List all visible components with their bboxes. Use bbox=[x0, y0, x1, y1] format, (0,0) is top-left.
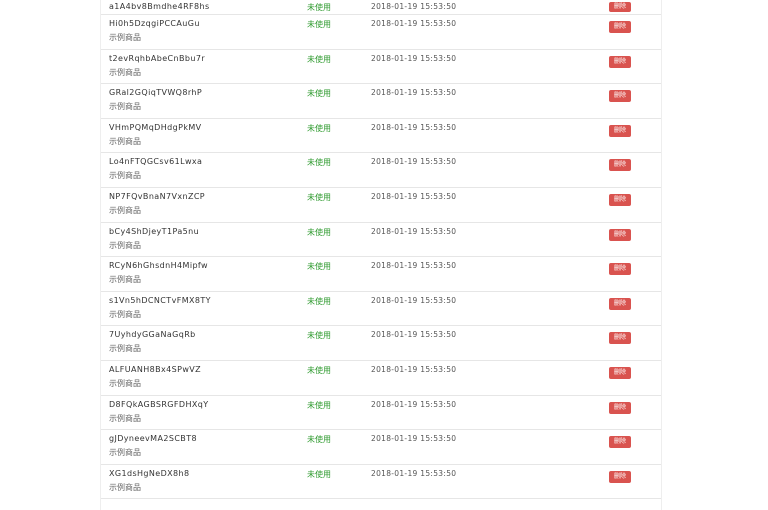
product-name: 示例商品 bbox=[109, 309, 141, 319]
card-code: GRal2GQiqTVWQ8rhP bbox=[109, 88, 203, 98]
product-name: 示例商品 bbox=[109, 136, 141, 146]
delete-button[interactable]: 删除 bbox=[609, 21, 631, 33]
card-code: gJDyneevMA2SCBT8 bbox=[109, 434, 197, 444]
status-text: 未使用 bbox=[307, 158, 331, 168]
table-row: RCyN6hGhsdnH4Mipfw 示例商品 未使用 2018-01-19 1… bbox=[101, 257, 661, 292]
delete-button[interactable]: 删除 bbox=[609, 297, 631, 310]
table-row: VHmPQMqDHdgPkMV 示例商品 未使用 2018-01-19 15:5… bbox=[101, 119, 661, 154]
status-text: 未使用 bbox=[307, 469, 331, 479]
card-code: NP7FQvBnaN7VxnZCP bbox=[109, 191, 206, 201]
timestamp: 2018-01-19 15:53:50 bbox=[371, 88, 457, 98]
delete-button[interactable]: 删除 bbox=[609, 55, 631, 68]
card-code: a1A4bv8Bmdhe4RF8hs bbox=[109, 2, 210, 11]
product-name: 示例商品 bbox=[109, 275, 141, 285]
status-text: 未使用 bbox=[307, 192, 331, 202]
delete-button[interactable]: 删除 bbox=[609, 2, 631, 12]
card-list-table: a1A4bv8Bmdhe4RF8hs 未使用 2018-01-19 15:53:… bbox=[100, 0, 662, 510]
card-code: bCy4ShDjeyT1Pa5nu bbox=[109, 226, 200, 236]
product-name: 示例商品 bbox=[109, 378, 141, 388]
timestamp: 2018-01-19 15:53:50 bbox=[371, 468, 457, 478]
card-code: VHmPQMqDHdgPkMV bbox=[109, 122, 202, 132]
timestamp: 2018-01-19 15:53:50 bbox=[371, 157, 457, 167]
table-row: 7UyhdyGGaNaGqRb 示例商品 未使用 2018-01-19 15:5… bbox=[101, 326, 661, 361]
status-text: 未使用 bbox=[307, 262, 331, 272]
delete-button[interactable]: 删除 bbox=[609, 90, 631, 103]
table-row: GRal2GQiqTVWQ8rhP 示例商品 未使用 2018-01-19 15… bbox=[101, 84, 661, 119]
status-text: 未使用 bbox=[307, 54, 331, 64]
card-code: D8FQkAGBSRGFDHXqY bbox=[109, 399, 209, 409]
table-row: NP7FQvBnaN7VxnZCP 示例商品 未使用 2018-01-19 15… bbox=[101, 188, 661, 223]
product-name: 示例商品 bbox=[109, 171, 141, 181]
delete-button[interactable]: 删除 bbox=[609, 263, 631, 276]
table-row: a1A4bv8Bmdhe4RF8hs 未使用 2018-01-19 15:53:… bbox=[101, 0, 661, 15]
timestamp: 2018-01-19 15:53:50 bbox=[371, 330, 457, 340]
product-name: 示例商品 bbox=[109, 448, 141, 458]
delete-button[interactable]: 删除 bbox=[609, 193, 631, 206]
table-row: XG1dsHgNeDX8h8 示例商品 未使用 2018-01-19 15:53… bbox=[101, 465, 661, 500]
delete-button[interactable]: 删除 bbox=[609, 159, 631, 172]
delete-button[interactable]: 删除 bbox=[609, 436, 631, 449]
product-name: 示例商品 bbox=[109, 344, 141, 354]
status-text: 未使用 bbox=[307, 123, 331, 133]
card-code: s1Vn5hDCNCTvFMX8TY bbox=[109, 295, 211, 305]
table-row: Hi0h5DzqgiPCCAuGu 示例商品 未使用 2018-01-19 15… bbox=[101, 15, 661, 50]
product-name: 示例商品 bbox=[109, 33, 141, 42]
status-text: 未使用 bbox=[307, 89, 331, 99]
status-text: 未使用 bbox=[307, 227, 331, 237]
delete-button[interactable]: 删除 bbox=[609, 470, 631, 483]
product-name: 示例商品 bbox=[109, 102, 141, 112]
table-row: ALFUANH8Bx4SPwVZ 示例商品 未使用 2018-01-19 15:… bbox=[101, 361, 661, 396]
delete-button[interactable]: 删除 bbox=[609, 228, 631, 241]
timestamp: 2018-01-19 15:53:50 bbox=[371, 191, 457, 201]
timestamp: 2018-01-19 15:53:50 bbox=[371, 399, 457, 409]
table-row: t2evRqhbAbeCnBbu7r 示例商品 未使用 2018-01-19 1… bbox=[101, 50, 661, 85]
delete-button[interactable]: 删除 bbox=[609, 401, 631, 414]
status-text: 未使用 bbox=[307, 331, 331, 341]
timestamp: 2018-01-19 15:53:50 bbox=[371, 2, 457, 11]
card-code: 7UyhdyGGaNaGqRb bbox=[109, 330, 196, 340]
delete-button[interactable]: 删除 bbox=[609, 124, 631, 137]
table-row: Lo4nFTQGCsv61Lwxa 示例商品 未使用 2018-01-19 15… bbox=[101, 153, 661, 188]
product-name: 示例商品 bbox=[109, 240, 141, 250]
card-code: ALFUANH8Bx4SPwVZ bbox=[109, 364, 202, 374]
timestamp: 2018-01-19 15:53:50 bbox=[371, 19, 457, 28]
card-code: t2evRqhbAbeCnBbu7r bbox=[109, 53, 206, 63]
status-text: 未使用 bbox=[307, 365, 331, 375]
card-code: Lo4nFTQGCsv61Lwxa bbox=[109, 157, 203, 167]
status-text: 未使用 bbox=[307, 20, 331, 29]
product-name: 示例商品 bbox=[109, 67, 141, 77]
table-row: gJDyneevMA2SCBT8 示例商品 未使用 2018-01-19 15:… bbox=[101, 430, 661, 465]
product-name: 示例商品 bbox=[109, 205, 141, 215]
status-text: 未使用 bbox=[307, 435, 331, 445]
product-name: 示例商品 bbox=[109, 482, 141, 492]
timestamp: 2018-01-19 15:53:50 bbox=[371, 226, 457, 236]
table-row: bCy4ShDjeyT1Pa5nu 示例商品 未使用 2018-01-19 15… bbox=[101, 223, 661, 258]
status-text: 未使用 bbox=[307, 3, 331, 12]
table-row: s1Vn5hDCNCTvFMX8TY 示例商品 未使用 2018-01-19 1… bbox=[101, 292, 661, 327]
delete-button[interactable]: 删除 bbox=[609, 366, 631, 379]
timestamp: 2018-01-19 15:53:50 bbox=[371, 261, 457, 271]
status-text: 未使用 bbox=[307, 296, 331, 306]
timestamp: 2018-01-19 15:53:50 bbox=[371, 53, 457, 63]
table-row: D8FQkAGBSRGFDHXqY 示例商品 未使用 2018-01-19 15… bbox=[101, 396, 661, 431]
timestamp: 2018-01-19 15:53:50 bbox=[371, 434, 457, 444]
card-code: Hi0h5DzqgiPCCAuGu bbox=[109, 19, 200, 28]
timestamp: 2018-01-19 15:53:50 bbox=[371, 295, 457, 305]
timestamp: 2018-01-19 15:53:50 bbox=[371, 364, 457, 374]
status-text: 未使用 bbox=[307, 400, 331, 410]
card-code: XG1dsHgNeDX8h8 bbox=[109, 468, 190, 478]
delete-button[interactable]: 删除 bbox=[609, 332, 631, 345]
card-code: RCyN6hGhsdnH4Mipfw bbox=[109, 261, 208, 271]
product-name: 示例商品 bbox=[109, 413, 141, 423]
timestamp: 2018-01-19 15:53:50 bbox=[371, 122, 457, 132]
